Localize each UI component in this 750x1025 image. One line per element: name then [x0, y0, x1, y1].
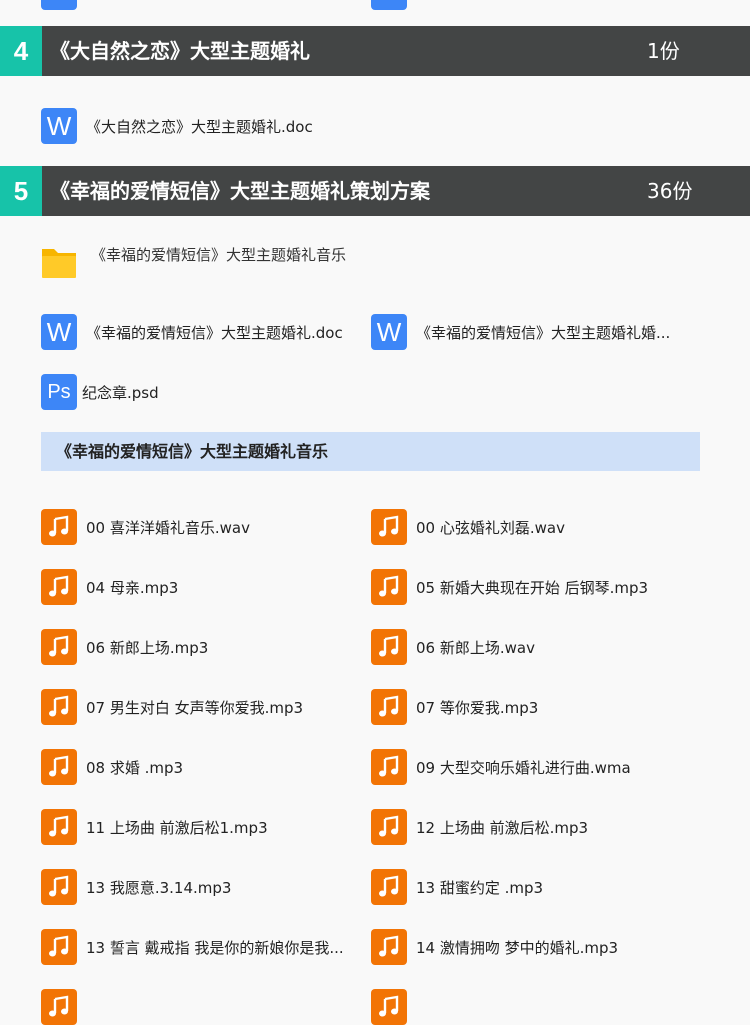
- music-file-item[interactable]: 12 上场曲 前激后松.mp3: [371, 809, 588, 845]
- music-note-icon: [41, 749, 77, 785]
- ps-icon: Ps: [41, 374, 77, 410]
- file-item[interactable]: W 《幸福的爱情短信》大型主题婚礼.doc: [41, 314, 343, 350]
- music-note-icon: [41, 929, 77, 965]
- music-file-item[interactable]: 11 上场曲 前激后松1.mp3: [41, 809, 268, 845]
- music-note-icon: [41, 629, 77, 665]
- music-note-icon: [371, 689, 407, 725]
- file-item[interactable]: W 《幸福的爱情短信》大型主题婚礼婚...: [371, 314, 670, 350]
- music-note-icon: [41, 809, 77, 845]
- file-name: 04 母亲.mp3: [86, 578, 179, 597]
- file-name: 14 激情拥吻 梦中的婚礼.mp3: [416, 938, 619, 957]
- music-file-item[interactable]: 05 新婚大典现在开始 后钢琴.mp3: [371, 569, 648, 605]
- file-name: 00 心弦婚礼刘磊.wav: [416, 518, 565, 537]
- file-name: 06 新郎上场.wav: [416, 638, 535, 657]
- folder-icon: [42, 249, 76, 278]
- file-item-partial[interactable]: [371, 0, 407, 10]
- section-title: 《大自然之恋》大型主题婚礼: [50, 39, 310, 63]
- file-name: 《幸福的爱情短信》大型主题婚礼.doc: [86, 323, 343, 342]
- file-name: 07 男生对白 女声等你爱我.mp3: [86, 698, 304, 717]
- file-name: 13 我愿意.3.14.mp3: [86, 878, 232, 897]
- folder-item[interactable]: 《幸福的爱情短信》大型主题婚礼音乐: [41, 245, 356, 281]
- section-count: 1份: [647, 39, 680, 63]
- section-count: 36份: [647, 179, 693, 203]
- music-note-icon: [41, 569, 77, 605]
- file-name: 13 甜蜜约定 .mp3: [416, 878, 544, 897]
- section-number: 4: [0, 26, 42, 76]
- music-note-icon: [41, 509, 77, 545]
- word-icon: [41, 0, 77, 10]
- music-note-icon: [371, 929, 407, 965]
- word-icon: W: [41, 314, 77, 350]
- word-icon: W: [371, 314, 407, 350]
- file-item[interactable]: W 《大自然之恋》大型主题婚礼.doc: [41, 108, 313, 144]
- section-number: 5: [0, 166, 42, 216]
- music-note-icon: [371, 869, 407, 905]
- music-file-item[interactable]: 00 心弦婚礼刘磊.wav: [371, 509, 565, 545]
- music-file-item[interactable]: 14 激情拥吻 梦中的婚礼.mp3: [371, 929, 618, 965]
- music-file-item[interactable]: 08 求婚 .mp3: [41, 749, 183, 785]
- file-name: 《幸福的爱情短信》大型主题婚礼婚...: [416, 323, 671, 342]
- music-file-item[interactable]: 06 新郎上场.mp3: [41, 629, 208, 665]
- music-file-item[interactable]: 13 甜蜜约定 .mp3: [371, 869, 543, 905]
- file-name: 《大自然之恋》大型主题婚礼.doc: [86, 117, 313, 136]
- section-header-5: 5 《幸福的爱情短信》大型主题婚礼策划方案 36份: [0, 166, 750, 216]
- file-item[interactable]: Ps 纪念章.psd: [41, 374, 159, 410]
- section-header-4: 4 《大自然之恋》大型主题婚礼 1份: [0, 26, 750, 76]
- music-note-icon: [41, 689, 77, 725]
- section-title: 《幸福的爱情短信》大型主题婚礼策划方案: [50, 179, 430, 203]
- folder-name: 《幸福的爱情短信》大型主题婚礼音乐: [91, 246, 347, 264]
- file-name: 07 等你爱我.mp3: [416, 698, 539, 717]
- music-file-item[interactable]: 04 母亲.mp3: [41, 569, 178, 605]
- music-file-item[interactable]: [371, 989, 407, 1025]
- subfolder-title: 《幸福的爱情短信》大型主题婚礼音乐: [41, 432, 700, 471]
- music-note-icon: [371, 989, 407, 1025]
- music-file-item[interactable]: 06 新郎上场.wav: [371, 629, 535, 665]
- music-file-item[interactable]: 07 男生对白 女声等你爱我.mp3: [41, 689, 303, 725]
- music-note-icon: [371, 569, 407, 605]
- music-file-item[interactable]: 00 喜洋洋婚礼音乐.wav: [41, 509, 250, 545]
- music-file-item[interactable]: 09 大型交响乐婚礼进行曲.wma: [371, 749, 631, 785]
- word-icon: W: [41, 108, 77, 144]
- file-name: 纪念章.psd: [82, 383, 159, 402]
- music-note-icon: [371, 809, 407, 845]
- file-name: 09 大型交响乐婚礼进行曲.wma: [416, 758, 631, 777]
- file-name: 06 新郎上场.mp3: [86, 638, 209, 657]
- file-item-partial[interactable]: [41, 0, 77, 10]
- music-note-icon: [371, 509, 407, 545]
- music-note-icon: [41, 989, 77, 1025]
- file-name: 00 喜洋洋婚礼音乐.wav: [86, 518, 250, 537]
- word-icon: [371, 0, 407, 10]
- file-name: 08 求婚 .mp3: [86, 758, 184, 777]
- music-note-icon: [371, 749, 407, 785]
- music-file-item[interactable]: 07 等你爱我.mp3: [371, 689, 538, 725]
- file-name: 11 上场曲 前激后松1.mp3: [86, 818, 268, 837]
- file-name: 12 上场曲 前激后松.mp3: [416, 818, 589, 837]
- music-file-item[interactable]: [41, 989, 77, 1025]
- music-note-icon: [41, 869, 77, 905]
- file-name: 05 新婚大典现在开始 后钢琴.mp3: [416, 578, 649, 597]
- music-file-item[interactable]: 13 我愿意.3.14.mp3: [41, 869, 231, 905]
- music-note-icon: [371, 629, 407, 665]
- file-name: 13 誓言 戴戒指 我是你的新娘你是我...: [86, 938, 344, 957]
- music-file-item[interactable]: 13 誓言 戴戒指 我是你的新娘你是我...: [41, 929, 344, 965]
